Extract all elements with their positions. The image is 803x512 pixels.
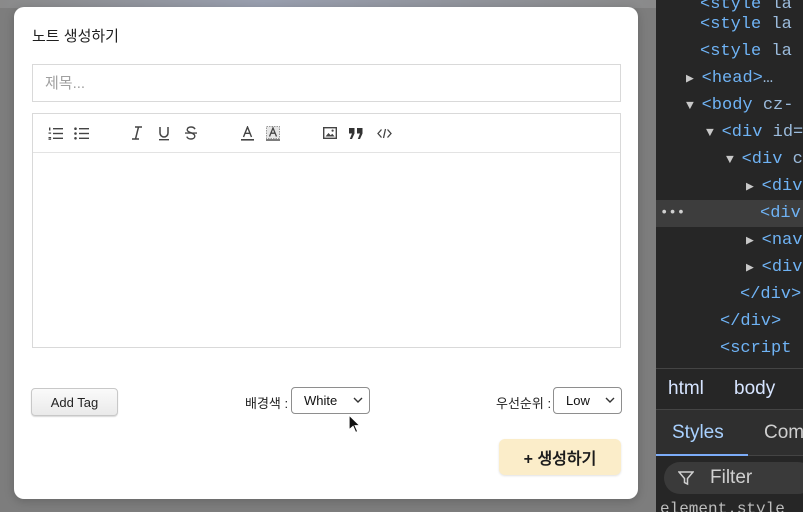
expanded-caret-icon[interactable]: ▼ <box>686 98 702 113</box>
expanded-caret-icon[interactable]: ▼ <box>706 125 722 140</box>
underline-icon[interactable] <box>153 123 175 143</box>
filter-placeholder: Filter <box>710 467 753 488</box>
mouse-cursor-icon <box>348 414 361 434</box>
tab-styles[interactable]: Styles <box>672 422 724 444</box>
create-note-button[interactable]: + 생성하기 <box>499 439 621 475</box>
editor-content-area[interactable] <box>33 154 620 347</box>
dom-node-line[interactable]: ••• <div <box>656 200 803 227</box>
modal-title: 노트 생성하기 <box>32 28 119 45</box>
note-title-input[interactable] <box>32 64 621 102</box>
tab-computed[interactable]: Com <box>764 422 803 444</box>
ordered-list-icon[interactable] <box>44 123 66 143</box>
collapsed-caret-icon[interactable]: ▶ <box>746 179 762 194</box>
italic-icon[interactable] <box>126 123 148 143</box>
dom-node-line[interactable]: </div> <box>656 281 803 308</box>
blockquote-icon[interactable] <box>345 123 367 143</box>
create-note-modal: 노트 생성하기 제목... Add Tag 배경색: White 우선순위:… <box>14 7 638 499</box>
styles-filter-input[interactable]: Filter <box>664 462 803 494</box>
add-tag-button[interactable]: Add Tag <box>31 388 118 416</box>
dom-tag-attr: la <box>761 42 792 61</box>
dom-tag-name: <style <box>700 42 762 61</box>
dom-tag-attr: c <box>782 150 803 169</box>
chevron-down-icon <box>605 397 615 403</box>
bullet-list-icon[interactable] <box>70 123 92 143</box>
dom-tag-name: <nav <box>761 231 803 250</box>
dom-tag-name: <style <box>700 15 762 34</box>
dom-node-line[interactable]: ▼ <div id= <box>656 119 803 146</box>
dom-tag-name: <div <box>741 150 783 169</box>
dom-tag-attr: cz- <box>752 96 794 115</box>
dom-node-line[interactable]: ▼ <div c <box>656 146 803 173</box>
dom-node-line[interactable]: ▼ <body cz- <box>656 92 803 119</box>
priority-value: Low <box>566 393 590 408</box>
collapsed-caret-icon[interactable]: ▶ <box>746 233 762 248</box>
active-tab-indicator <box>656 454 748 456</box>
rich-text-editor <box>32 113 621 348</box>
text-color-icon[interactable] <box>236 123 258 143</box>
devtools-panel: <style la <style la <style la ▶ <head>… ▼ <b… <box>656 0 803 512</box>
background-color-select[interactable]: White <box>291 387 370 414</box>
background-color-value: White <box>304 393 338 408</box>
dom-tag-name: </div> <box>740 285 802 304</box>
dom-tag-name: <div <box>760 204 801 223</box>
dom-node-line[interactable]: ▶ <head>… <box>656 65 803 92</box>
priority-select[interactable]: Low <box>553 387 622 414</box>
dom-node-line[interactable]: ▶ <nav <box>656 227 803 254</box>
dom-tag-attr: … <box>762 69 774 88</box>
breadcrumb-html[interactable]: html <box>668 378 704 400</box>
dom-tag-attr: la <box>761 15 792 34</box>
dom-tag-name: <div <box>721 123 763 142</box>
breadcrumb-body[interactable]: body <box>734 378 775 400</box>
dom-tag-name: <div <box>761 258 803 277</box>
filter-icon <box>678 471 694 486</box>
priority-label: 우선순위 : <box>496 396 552 411</box>
strikethrough-icon[interactable] <box>180 123 202 143</box>
collapsed-caret-icon[interactable]: ▶ <box>746 260 762 275</box>
editor-toolbar <box>33 114 620 153</box>
dom-tag-name: </div> <box>720 312 782 331</box>
dom-node-line[interactable]: <style la <box>656 11 803 38</box>
dom-tag-name: <div <box>761 177 803 196</box>
chevron-down-icon <box>353 397 363 403</box>
dom-tag-name: <body <box>701 96 753 115</box>
dom-node-line[interactable]: ▶ <div <box>656 254 803 281</box>
background-color-label: 배경색 : <box>245 396 289 411</box>
highlight-icon[interactable] <box>262 123 284 143</box>
dom-node-line[interactable]: <style la <box>656 38 803 65</box>
more-options-icon[interactable]: ••• <box>660 200 685 227</box>
dom-tag-name: <head> <box>701 69 763 88</box>
dom-tag-name: <script <box>720 339 792 358</box>
element-style-rule: element.style <box>660 500 785 512</box>
image-icon[interactable] <box>319 123 341 143</box>
dom-node-line[interactable]: <script <box>656 335 803 362</box>
breadcrumb: html body <box>656 368 803 410</box>
dom-node-line[interactable]: ▶ <div <box>656 173 803 200</box>
collapsed-caret-icon[interactable]: ▶ <box>686 71 702 86</box>
code-icon[interactable] <box>373 123 395 143</box>
devtools-tabs: Styles Com <box>656 410 803 456</box>
expanded-caret-icon[interactable]: ▼ <box>726 152 742 167</box>
dom-tag-attr: id= <box>762 123 803 142</box>
dom-node-line[interactable]: </div> <box>656 308 803 335</box>
